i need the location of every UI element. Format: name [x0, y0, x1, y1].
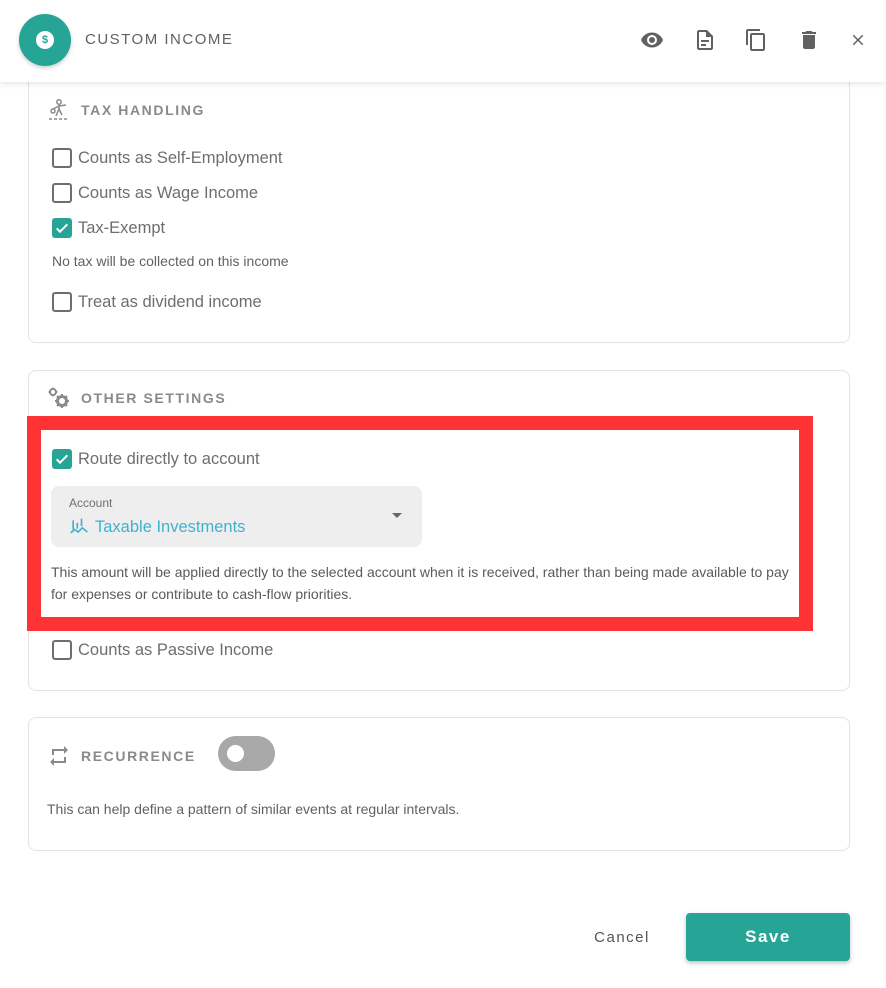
recurrence-card: RECURRENCE This can help define a patter… — [28, 717, 850, 851]
checkbox-box[interactable] — [52, 148, 72, 168]
account-select-value: Taxable Investments — [69, 517, 245, 537]
tax-exempt-checkbox[interactable]: Tax-Exempt — [52, 218, 165, 238]
self-employment-checkbox[interactable]: Counts as Self-Employment — [52, 148, 283, 168]
recurrence-title: RECURRENCE — [81, 748, 196, 764]
other-settings-card: OTHER SETTINGS Route directly to account… — [28, 370, 850, 691]
delete-button[interactable] — [796, 27, 822, 53]
toggle-knob — [227, 745, 244, 762]
tax-handling-title: TAX HANDLING — [81, 102, 205, 118]
notes-button[interactable] — [692, 27, 718, 53]
trash-icon — [802, 31, 816, 49]
cancel-button[interactable]: Cancel — [582, 920, 662, 954]
recurrence-description: This can help define a pattern of simila… — [47, 801, 460, 817]
dialog-header: $ CUSTOM INCOME — [0, 0, 886, 82]
other-settings-title: OTHER SETTINGS — [81, 390, 227, 406]
checkbox-label: Treat as dividend income — [78, 292, 262, 311]
investments-chart-icon — [70, 518, 88, 534]
checkmark-icon — [55, 223, 69, 234]
eye-icon — [641, 32, 663, 48]
recurrence-toggle[interactable] — [218, 736, 275, 771]
repeat-icon — [50, 746, 68, 766]
checkbox-label: Counts as Wage Income — [78, 183, 259, 202]
account-name: Taxable Investments — [95, 517, 246, 536]
dollar-coin-icon: $ — [36, 31, 54, 49]
recurrence-header: RECURRENCE — [47, 744, 196, 768]
document-icon — [697, 30, 713, 50]
account-select[interactable]: Account Taxable Investments — [51, 486, 422, 547]
dialog-title: CUSTOM INCOME — [85, 31, 234, 48]
route-directly-checkbox[interactable]: Route directly to account — [52, 449, 260, 469]
duplicate-button[interactable] — [743, 27, 769, 53]
dividend-income-checkbox[interactable]: Treat as dividend income — [52, 292, 262, 312]
account-select-label: Account — [69, 496, 113, 510]
close-icon — [852, 34, 864, 46]
tax-exempt-hint: No tax will be collected on this income — [52, 253, 289, 269]
preview-button[interactable] — [639, 27, 665, 53]
wage-income-checkbox[interactable]: Counts as Wage Income — [52, 183, 258, 203]
checkbox-label: Counts as Passive Income — [78, 640, 274, 659]
tax-handling-header: TAX HANDLING — [47, 98, 205, 122]
checkbox-label: Route directly to account — [78, 449, 260, 468]
other-settings-header: OTHER SETTINGS — [47, 386, 226, 410]
checkbox-box[interactable] — [52, 218, 72, 238]
copy-icon — [746, 29, 765, 51]
tax-handling-card: TAX HANDLING Counts as Self-Employment C… — [28, 74, 850, 343]
chevron-down-icon — [392, 513, 402, 518]
save-button[interactable]: Save — [686, 913, 850, 961]
checkbox-box[interactable] — [52, 640, 72, 660]
checkbox-box[interactable] — [52, 292, 72, 312]
gears-icon — [48, 387, 69, 408]
income-avatar: $ — [19, 14, 71, 66]
route-description: This amount will be applied directly to … — [51, 564, 789, 602]
checkbox-box[interactable] — [52, 183, 72, 203]
checkbox-label: Counts as Self-Employment — [78, 148, 283, 167]
checkmark-icon — [55, 454, 69, 465]
close-button[interactable] — [845, 27, 871, 53]
tax-scale-icon — [49, 99, 67, 120]
checkbox-label: Tax-Exempt — [78, 218, 166, 237]
passive-income-checkbox[interactable]: Counts as Passive Income — [52, 640, 273, 660]
checkbox-box[interactable] — [52, 449, 72, 469]
